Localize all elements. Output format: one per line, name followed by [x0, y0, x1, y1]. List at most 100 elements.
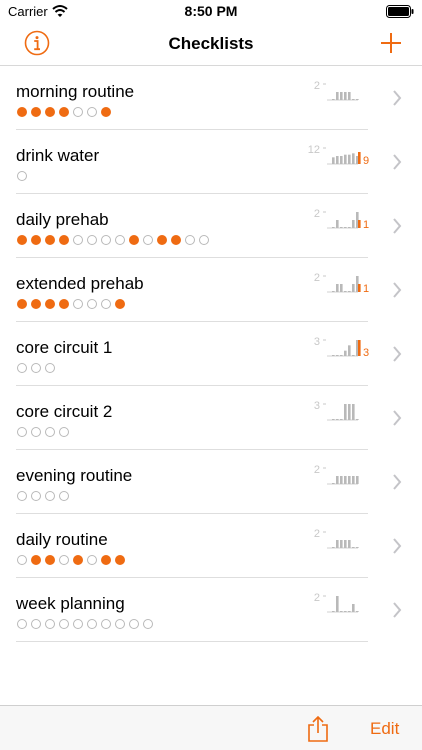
pending-dot [87, 235, 97, 245]
progress-dots [17, 235, 213, 246]
completed-dot [115, 555, 125, 565]
today-count-label: 3 [363, 347, 369, 359]
sparkline-max-label: 2 [314, 592, 320, 604]
history-bar [332, 483, 335, 484]
edit-button[interactable]: Edit [370, 719, 399, 739]
sparkline-max-label: 2 [314, 80, 320, 92]
pending-dot [45, 363, 55, 373]
completed-dot [17, 299, 27, 309]
checklist-row[interactable]: evening routine 2 [0, 450, 422, 514]
history-bar [340, 611, 343, 612]
history-bar [344, 92, 347, 100]
share-icon[interactable] [307, 716, 329, 742]
completed-dot [73, 555, 83, 565]
checklist-row[interactable]: daily routine 2 [0, 514, 422, 578]
completed-dot [45, 555, 55, 565]
history-bar [348, 540, 351, 548]
status-time: 8:50 PM [184, 3, 238, 19]
pending-dot [17, 363, 27, 373]
pending-dot [17, 171, 27, 181]
history-bar [344, 611, 347, 612]
history-bar [348, 154, 351, 164]
sparkline-max-label: 3 [314, 400, 320, 412]
history-bar [332, 291, 335, 292]
history-bar [348, 611, 351, 612]
pending-dot [101, 235, 111, 245]
history-bar [332, 99, 335, 100]
history-bar [332, 419, 335, 420]
history-bar [348, 404, 351, 420]
history-bar [332, 227, 335, 228]
checklist-row[interactable]: daily prehab 21 [0, 194, 422, 258]
completed-dot [31, 107, 41, 117]
history-bar [332, 611, 335, 612]
progress-dots [17, 491, 73, 502]
pending-dot [73, 235, 83, 245]
history-bar [352, 404, 355, 420]
chevron-right-icon [393, 474, 402, 490]
history-bar [336, 596, 339, 612]
completed-dot [59, 299, 69, 309]
progress-dots [17, 619, 157, 630]
sparkline-max-label: 3 [314, 336, 320, 348]
history-bar [332, 157, 335, 164]
today-bar [358, 152, 361, 164]
history-bar [352, 547, 355, 548]
sparkline-max-label: 2 [314, 208, 320, 220]
chevron-right-icon [393, 154, 402, 170]
history-bar [336, 284, 339, 292]
progress-dots [17, 363, 59, 374]
history-bar [340, 540, 343, 548]
today-count-label: 9 [363, 155, 369, 167]
checklist-row[interactable]: drink water 12 9 [0, 130, 422, 194]
history-bar [356, 476, 359, 484]
history-bar [348, 227, 351, 228]
pending-dot [31, 427, 41, 437]
completed-dot [17, 107, 27, 117]
history-sparkline: 12 9 [308, 144, 369, 167]
history-bar [336, 540, 339, 548]
pending-dot [129, 619, 139, 629]
checklist-title: core circuit 2 [16, 402, 113, 421]
pending-dot [143, 235, 153, 245]
pending-dot [101, 299, 111, 309]
checklist-title: daily routine [16, 530, 108, 549]
history-sparkline: 21 [314, 272, 369, 295]
progress-dots [17, 427, 73, 438]
completed-dot [45, 235, 55, 245]
history-bar [340, 284, 343, 292]
history-bar [344, 540, 347, 548]
checklist-row[interactable]: core circuit 2 3 [0, 386, 422, 450]
history-bar [348, 345, 351, 356]
completed-dot [31, 299, 41, 309]
pending-dot [17, 491, 27, 501]
completed-dot [101, 107, 111, 117]
history-bar [344, 291, 347, 292]
pending-dot [31, 363, 41, 373]
checklist-row[interactable]: week planning 2 [0, 578, 422, 642]
history-bar [340, 227, 343, 228]
completed-dot [101, 555, 111, 565]
history-bar [336, 419, 339, 420]
page-title: Checklists [168, 34, 254, 53]
pending-dot [73, 299, 83, 309]
completed-dot [17, 235, 27, 245]
pending-dot [101, 619, 111, 629]
checklist-row[interactable]: core circuit 1 33 [0, 322, 422, 386]
history-sparkline: 2 [314, 528, 359, 549]
completed-dot [45, 299, 55, 309]
history-bar [340, 355, 343, 356]
chevron-right-icon [393, 410, 402, 426]
history-bar [352, 220, 355, 228]
checklist-row[interactable]: extended prehab 21 [0, 258, 422, 322]
completed-dot [59, 107, 69, 117]
history-bar [356, 547, 359, 548]
history-bar [332, 547, 335, 548]
history-bar [336, 355, 339, 356]
checklist-row[interactable]: morning routine 2 [0, 66, 422, 130]
checklist-title: week planning [16, 594, 125, 613]
pending-dot [59, 555, 69, 565]
plus-icon[interactable] [380, 32, 402, 54]
history-sparkline: 2 [314, 80, 359, 101]
history-bar [340, 92, 343, 100]
